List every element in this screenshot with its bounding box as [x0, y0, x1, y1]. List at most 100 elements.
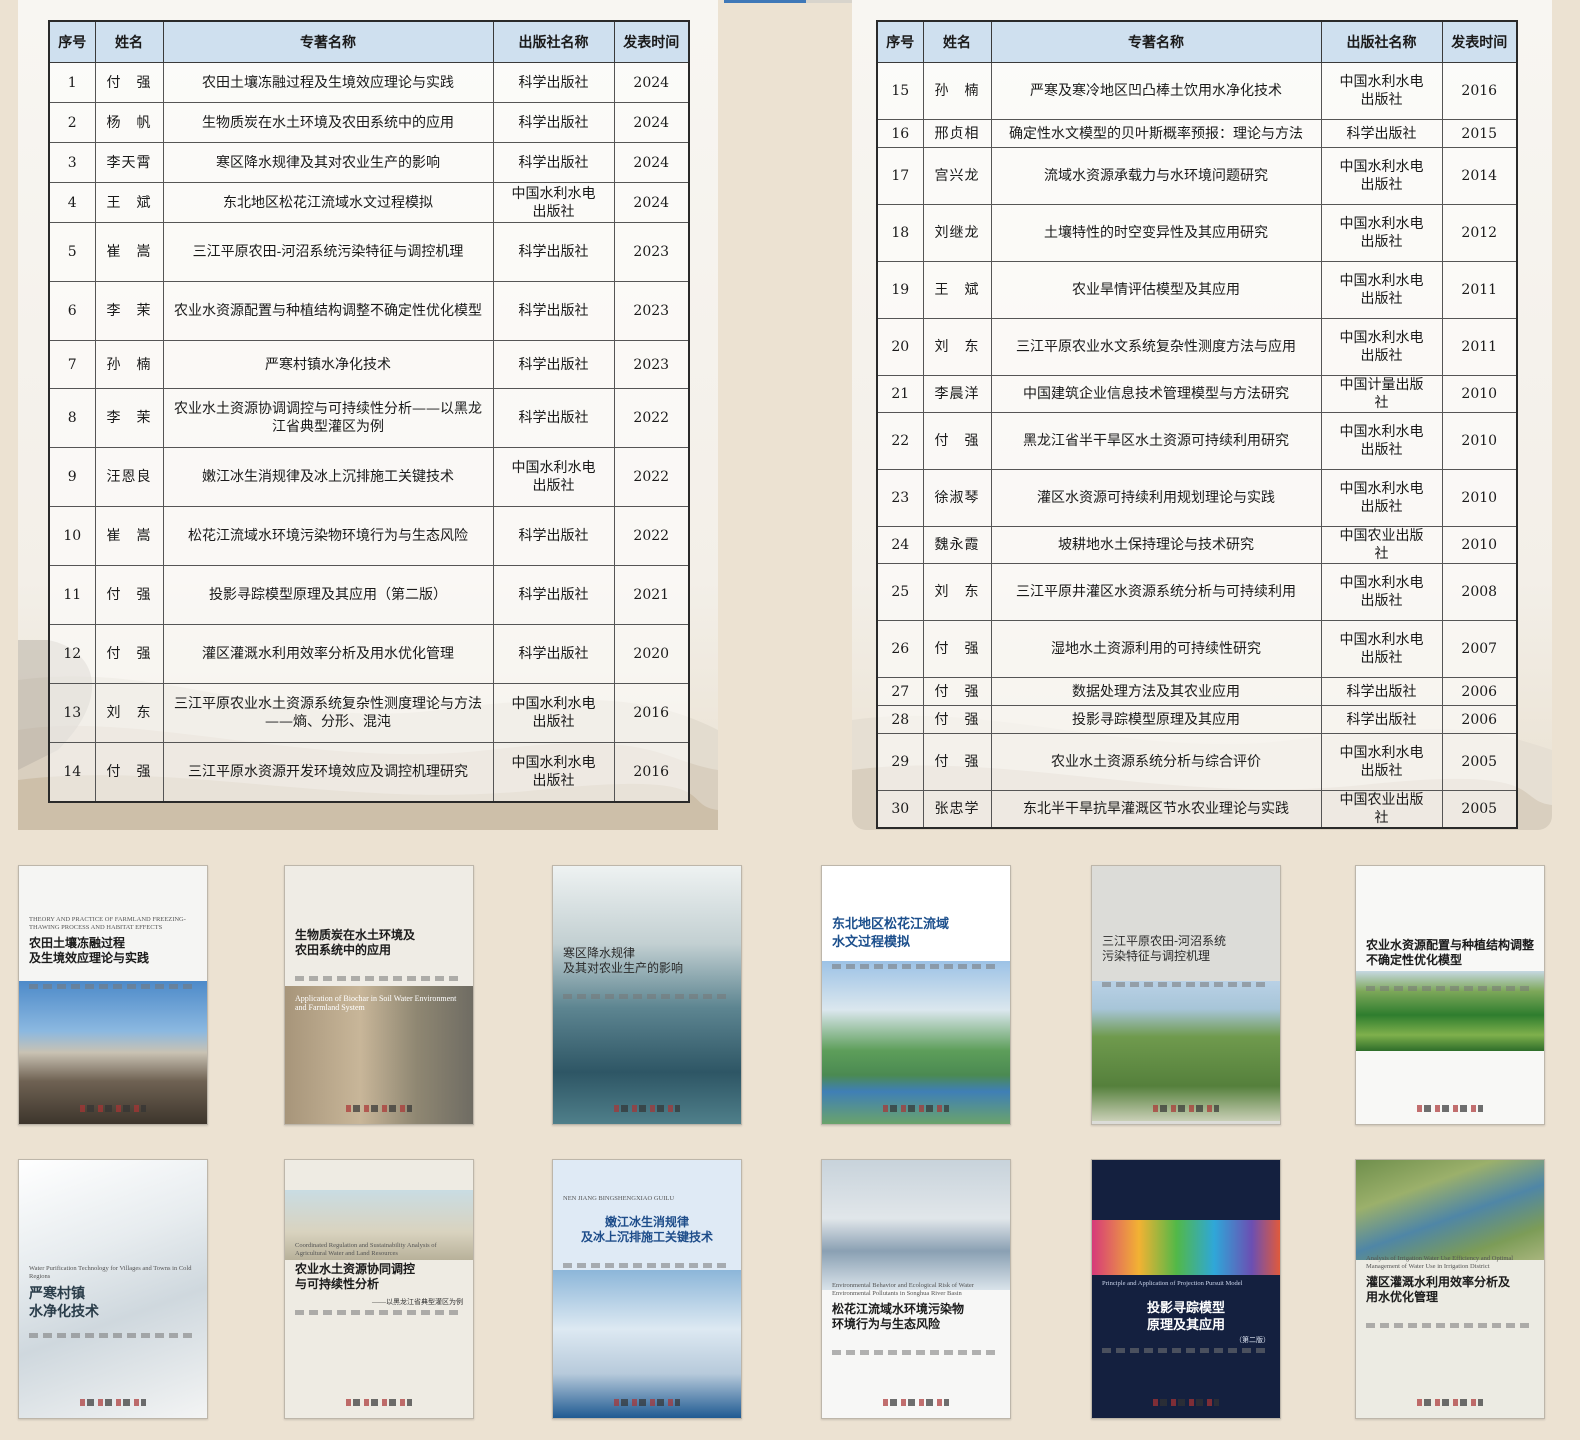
title-cell: 农业水资源配置与种植结构调整不确定性优化模型 [162, 281, 494, 341]
index-cell: 6 [48, 281, 96, 341]
title-cell: 东北半干旱抗旱灌溉区节水农业理论与实践 [990, 790, 1322, 829]
table-row: 30 张忠学 东北半干旱抗旱灌溉区节水农业理论与实践 中国农业出版社 2005 [876, 790, 1518, 829]
year-cell: 2006 [1441, 677, 1518, 706]
publisher-logo [1153, 1105, 1219, 1112]
column-header-author: 姓名 [922, 20, 992, 63]
author-cell: 付 强 [922, 705, 992, 734]
publisher-logo [1417, 1399, 1483, 1406]
cover-english-title: Principle and Application of Projection … [1102, 1280, 1243, 1287]
year-cell: 2023 [613, 281, 690, 341]
title-cell: 流域水资源承载力与水环境问题研究 [990, 147, 1322, 205]
publisher-cell: 中国计量出版社 [1320, 375, 1443, 413]
book-cover[interactable]: Application of Biochar in Soil Water Env… [284, 865, 474, 1125]
index-cell: 17 [876, 147, 924, 205]
cover-english-title: THEORY AND PRACTICE OF FARMLAND FREEZING… [29, 916, 186, 931]
book-cover[interactable]: THEORY AND PRACTICE OF FARMLAND FREEZING… [18, 865, 208, 1125]
table-row: 4王 斌东北地区松花江流域水文过程模拟 中国水利水电 出版社 2024 [48, 182, 690, 223]
cover-author-line [29, 984, 197, 989]
book-cover[interactable]: 农业水资源配置与种植结构调整 不确定性优化模型 [1355, 865, 1545, 1125]
book-cover[interactable]: 寒区降水规律 及其对农业生产的影响 [552, 865, 742, 1125]
author-cell: 张忠学 [922, 790, 992, 829]
title-cell: 生物质炭在水土环境及农田系统中的应用 [162, 102, 494, 143]
publisher-logo [883, 1105, 949, 1112]
book-cover[interactable]: 东北地区松花江流域 水文过程模拟 [821, 865, 1011, 1125]
table-row: 26 付 强湿地水土资源利用的可持续性研究 中国水利水电 出版社 2007 [876, 620, 1518, 678]
year-cell: 2010 [1441, 469, 1518, 527]
author-cell: 孙 楠 [94, 340, 164, 389]
table-row: 23 徐淑琴 灌区水资源可持续利用规划理论与实践 中国水利水电 出版社 2010 [876, 469, 1518, 527]
author-cell: 付 强 [922, 733, 992, 791]
cover-author-line [295, 1310, 463, 1315]
author-cell: 付 强 [94, 624, 164, 684]
cover-author-line [29, 1333, 197, 1338]
index-cell: 10 [48, 506, 96, 566]
book-cover[interactable]: Analysis of Irrigation Water Use Efficie… [1355, 1159, 1545, 1419]
left-table-panel: 序号 姓名 专著名称 出版社名称 发表时间 1付 强农田土壤冻融过程及生境效应理论与实践… [18, 0, 718, 830]
cover-illustration [822, 1160, 1010, 1290]
author-cell: 刘 东 [922, 318, 992, 376]
year-cell: 2016 [1441, 62, 1518, 120]
year-cell: 2024 [613, 142, 690, 183]
column-header-index: 序号 [48, 20, 96, 63]
index-cell: 20 [876, 318, 924, 376]
publisher-cell: 中国水利水电 出版社 [1320, 204, 1443, 262]
publisher-cell: 中国水利水电 出版社 [492, 447, 615, 507]
publisher-cell: 中国水利水电 出版社 [1320, 412, 1443, 470]
cover-title: 农田土壤冻融过程 及生境效应理论与实践 [29, 936, 150, 965]
title-cell: 数据处理方法及其农业应用 [990, 677, 1322, 706]
book-cover[interactable]: Coordinated Regulation and Sustainabilit… [284, 1159, 474, 1419]
column-header-title: 专著名称 [162, 20, 494, 63]
publisher-cell: 科学出版社 [492, 565, 615, 625]
author-cell: 付 强 [94, 62, 164, 103]
year-cell: 2016 [613, 742, 690, 802]
year-cell: 2024 [613, 182, 690, 223]
year-cell: 2023 [613, 222, 690, 282]
title-cell: 坡耕地水土保持理论与技术研究 [990, 526, 1322, 564]
table-row: 15 孙 楠严寒及寒冷地区凹凸棒土饮用水净化技术 中国水利水电 出版社 2016 [876, 62, 1518, 120]
table-row: 16 邢贞相 确定性水文模型的贝叶斯概率预报：理论与方法 科学出版社 2015 [876, 119, 1518, 148]
year-cell: 2016 [613, 683, 690, 743]
book-cover[interactable]: Environmental Behavior and Ecological Ri… [821, 1159, 1011, 1419]
column-header-author: 姓名 [94, 20, 164, 63]
publisher-logo [1417, 1105, 1483, 1112]
publisher-cell: 科学出版社 [492, 340, 615, 389]
book-cover[interactable]: NEN JIANG BINGSHENGXIAO GUILU 嫩江冰生消规律 及冰上… [552, 1159, 742, 1419]
title-cell: 农田土壤冻融过程及生境效应理论与实践 [162, 62, 494, 103]
cover-author-line [1366, 986, 1534, 991]
table-row: 27 付 强数据处理方法及其农业应用 科学出版社 2006 [876, 677, 1518, 706]
index-cell: 16 [876, 119, 924, 148]
table-row: 18 刘继龙 土壤特性的时空变异性及其应用研究 中国水利水电 出版社 2012 [876, 204, 1518, 262]
author-cell: 付 强 [94, 565, 164, 625]
table-header-row: 序号 姓名 专著名称 出版社名称 发表时间 [48, 20, 690, 63]
year-cell: 2014 [1441, 147, 1518, 205]
book-cover[interactable]: Water Purification Technology for Villag… [18, 1159, 208, 1419]
cover-author-line [563, 1263, 731, 1268]
author-cell: 汪恩良 [94, 447, 164, 507]
year-cell: 2012 [1441, 204, 1518, 262]
index-cell: 30 [876, 790, 924, 829]
cover-title: 东北地区松花江流域 水文过程模拟 [832, 917, 950, 950]
cover-author-line [832, 1350, 1000, 1355]
book-cover[interactable]: Principle and Application of Projection … [1091, 1159, 1281, 1419]
publisher-cell: 科学出版社 [492, 102, 615, 143]
title-cell: 投影寻踪模型原理及其应用 [990, 705, 1322, 734]
table-row: 20 刘 东三江平原农业水文系统复杂性测度方法与应用 中国水利水电 出版社 2011 [876, 318, 1518, 376]
book-cover[interactable]: 三江平原农田-河沼系统 污染特征与调控机理 [1091, 865, 1281, 1125]
publisher-cell: 科学出版社 [492, 142, 615, 183]
monograph-table-left: 序号 姓名 专著名称 出版社名称 发表时间 1付 强农田土壤冻融过程及生境效应理论与实践… [48, 20, 690, 803]
index-cell: 13 [48, 683, 96, 743]
publisher-cell: 中国水利水电 出版社 [1320, 563, 1443, 621]
publisher-cell: 中国水利水电 出版社 [1320, 469, 1443, 527]
index-cell: 9 [48, 447, 96, 507]
author-cell: 崔 嵩 [94, 222, 164, 282]
index-cell: 7 [48, 340, 96, 389]
title-cell: 嫩江冰生消规律及冰上沉排施工关键技术 [162, 447, 494, 507]
column-header-year: 发表时间 [1441, 20, 1518, 63]
table-row: 5崔 嵩三江平原农田-河沼系统污染特征与调控机理 科学出版社 2023 [48, 222, 690, 282]
title-cell: 寒区降水规律及其对农业生产的影响 [162, 142, 494, 183]
year-cell: 2022 [613, 506, 690, 566]
cover-english-title: Coordinated Regulation and Sustainabilit… [295, 1242, 437, 1257]
table-row: 1付 强农田土壤冻融过程及生境效应理论与实践 科学出版社 2024 [48, 62, 690, 103]
publisher-logo [1153, 1399, 1219, 1406]
publisher-cell: 中国农业出版社 [1320, 526, 1443, 564]
